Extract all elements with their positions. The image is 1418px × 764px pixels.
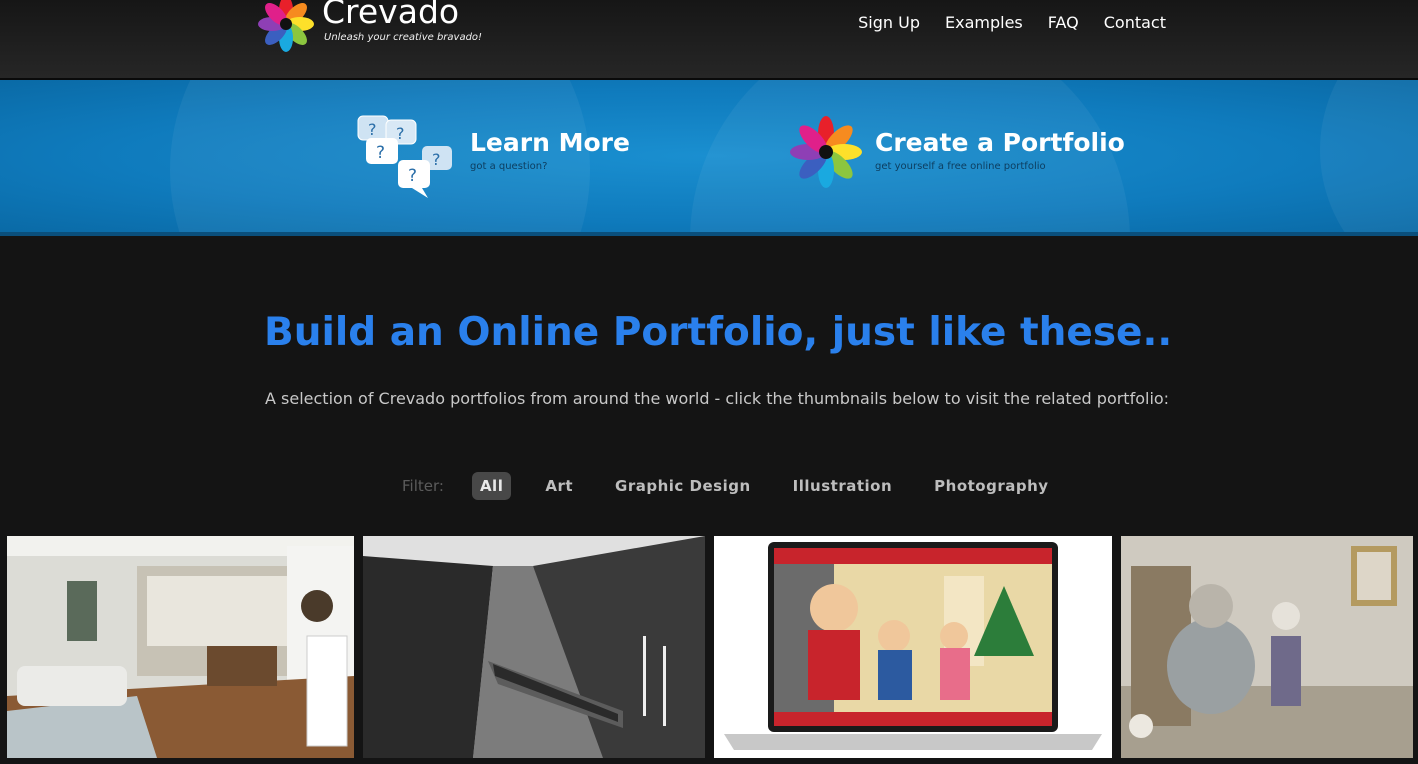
filter-bar: Filter: All Art Graphic Design Illustrat… [402, 472, 1083, 500]
brand-tagline: Unleash your creative bravado! [324, 32, 483, 43]
filter-graphic-design[interactable]: Graphic Design [607, 472, 759, 500]
flower-logo-icon [258, 0, 314, 52]
create-portfolio-title: Create a Portfolio [875, 128, 1125, 157]
flower-icon [790, 116, 862, 188]
page-description: A selection of Crevado portfolios from a… [265, 389, 1170, 408]
filter-illustration[interactable]: Illustration [785, 472, 900, 500]
learn-more-subtitle: got a question? [470, 161, 548, 172]
portfolio-thumbnail-laptop[interactable] [714, 536, 1112, 758]
site-header: Crevado Unleash your creative bravado! S… [0, 0, 1418, 80]
svg-text:?: ? [408, 166, 417, 186]
cta-banner: ? ? ? ? ? Learn More got a question? Cre… [0, 80, 1418, 236]
nav-faq[interactable]: FAQ [1048, 13, 1079, 32]
crevado-logo[interactable]: Crevado Unleash your creative bravado! [254, 0, 494, 54]
banner-decoration [1320, 80, 1418, 232]
laptop-illustration-icon [714, 536, 1112, 758]
portfolio-thumbnail-river[interactable] [363, 536, 705, 758]
filter-art[interactable]: Art [537, 472, 581, 500]
question-bubbles-icon: ? ? ? ? ? [357, 115, 452, 198]
svg-text:?: ? [368, 120, 377, 139]
nav-examples[interactable]: Examples [945, 13, 1023, 32]
nav-contact[interactable]: Contact [1104, 13, 1166, 32]
living-room-photo-icon [7, 536, 354, 758]
create-portfolio-subtitle: get yourself a free online portfolio [875, 161, 1046, 172]
filter-photography[interactable]: Photography [926, 472, 1056, 500]
filter-label: Filter: [402, 477, 444, 495]
filter-all[interactable]: All [471, 472, 512, 500]
river-boat-photo-icon [363, 536, 705, 758]
create-portfolio-link[interactable]: Create a Portfolio get yourself a free o… [786, 112, 1125, 192]
svg-text:?: ? [376, 143, 385, 163]
svg-text:?: ? [432, 150, 441, 169]
page-title: Build an Online Portfolio, just like the… [264, 310, 1173, 355]
learn-more-title: Learn More [470, 128, 630, 157]
learn-more-link[interactable]: ? ? ? ? ? Learn More got a question? [356, 112, 630, 202]
nav-sign-up[interactable]: Sign Up [858, 13, 920, 32]
top-nav: Sign Up Examples FAQ Contact [858, 13, 1166, 32]
portfolio-thumbnail-living-room[interactable] [7, 536, 354, 758]
sketch-illustration-icon [1121, 536, 1413, 758]
portfolio-thumbnail-sketch[interactable] [1121, 536, 1413, 758]
brand-name: Crevado [322, 0, 460, 31]
svg-text:?: ? [396, 124, 405, 143]
